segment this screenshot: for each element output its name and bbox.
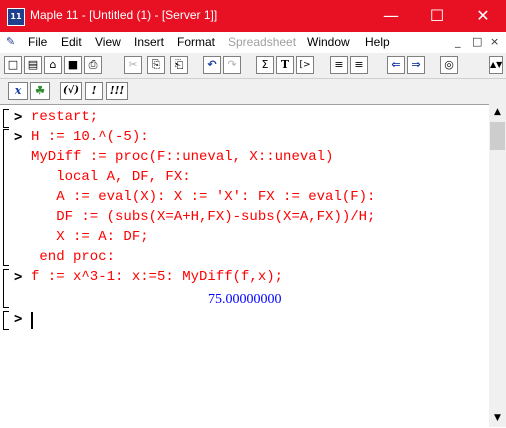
prompt: >: [14, 109, 23, 125]
insert-text-icon[interactable]: T: [276, 56, 294, 74]
save-icon[interactable]: ■: [64, 56, 82, 74]
execution-group-bracket[interactable]: [3, 109, 9, 128]
menu-help[interactable]: Help: [365, 35, 390, 49]
menu-format[interactable]: Format: [177, 35, 215, 49]
undo-icon[interactable]: ↶: [203, 56, 221, 74]
document-icon[interactable]: ✎: [6, 35, 15, 48]
input-line[interactable]: X := A: DF;: [31, 229, 148, 245]
copy-icon[interactable]: ⎘: [147, 56, 165, 74]
minimize-button[interactable]: —: [368, 0, 414, 32]
prompt: >: [14, 129, 23, 145]
prompt: >: [14, 311, 23, 327]
menu-insert[interactable]: Insert: [134, 35, 164, 49]
new-icon[interactable]: □: [4, 56, 22, 74]
input-line[interactable]: DF := (subs(X=A+H,FX)-subs(X=A,FX))/H;: [31, 209, 375, 225]
execution-group-bracket[interactable]: [3, 269, 9, 308]
execute-all-icon[interactable]: !!!: [106, 82, 128, 100]
math-mode-icon[interactable]: x: [8, 82, 28, 100]
input-line[interactable]: f := x^3-1: x:=5: MyDiff(f,x);: [31, 269, 283, 285]
menu-view[interactable]: View: [95, 35, 121, 49]
insert-prompt-icon[interactable]: [>: [296, 56, 314, 74]
window-title: Maple 11 - [Untitled (1) - [Server 1]]: [30, 8, 218, 22]
close-button[interactable]: ✕: [460, 0, 506, 32]
scroll-down-icon[interactable]: ▼: [489, 410, 506, 427]
menu-file[interactable]: File: [28, 35, 47, 49]
execute-icon[interactable]: !: [85, 82, 103, 100]
indent-icon[interactable]: ≡: [330, 56, 348, 74]
menu-bar: ✎ File Edit View Insert Format Spreadshe…: [0, 32, 506, 52]
back-icon[interactable]: ⇐: [387, 56, 405, 74]
scroll-up-icon[interactable]: ▲: [489, 104, 506, 121]
forward-icon[interactable]: ⇒: [407, 56, 425, 74]
execution-group-bracket[interactable]: [3, 129, 9, 266]
doc-minimize-button[interactable]: _: [455, 35, 461, 48]
stop-icon[interactable]: ◎: [440, 56, 458, 74]
scroll-thumb[interactable]: [490, 122, 505, 150]
menu-window[interactable]: Window: [307, 35, 350, 49]
input-line[interactable]: MyDiff := proc(F::uneval, X::uneval): [31, 149, 333, 165]
input-line[interactable]: local A, DF, FX:: [31, 169, 190, 185]
input-line[interactable]: end proc:: [31, 249, 115, 265]
outdent-icon[interactable]: ≡: [350, 56, 368, 74]
insert-sum-icon[interactable]: Σ: [256, 56, 274, 74]
output-value: 75.00000000: [208, 292, 282, 307]
menu-edit[interactable]: Edit: [61, 35, 82, 49]
print-icon[interactable]: ⎙: [84, 56, 102, 74]
input-line[interactable]: H := 10.^(-5):: [31, 129, 149, 145]
execution-group-bracket[interactable]: [3, 311, 9, 330]
cut-icon[interactable]: ✂: [124, 56, 142, 74]
doc-restore-button[interactable]: □: [472, 35, 482, 48]
title-bar: 11 Maple 11 - [Untitled (1) - [Server 1]…: [0, 0, 506, 32]
input-line[interactable]: A := eval(X): X := 'X': FX := eval(F):: [31, 189, 375, 205]
doc-close-button[interactable]: ×: [490, 35, 499, 48]
open-url-icon[interactable]: ⌂: [44, 56, 62, 74]
open-icon[interactable]: ▤: [24, 56, 42, 74]
maple-leaf-icon[interactable]: ☘: [30, 82, 50, 100]
main-toolbar: □ ▤ ⌂ ■ ⎙ ✂ ⎘ ⎗ ↶ ↷ Σ T [> ≡ ≡ ⇐ ⇒ ◎ ▲▼: [0, 52, 506, 79]
paste-icon[interactable]: ⎗: [170, 56, 188, 74]
prompt: >: [14, 269, 23, 285]
menu-spreadsheet[interactable]: Spreadsheet: [228, 35, 296, 49]
maple-app-icon[interactable]: 11: [7, 8, 25, 26]
toolbar-scroll-icon[interactable]: ▲▼: [489, 56, 503, 74]
redo-icon[interactable]: ↷: [223, 56, 241, 74]
worksheet[interactable]: > restart; > H := 10.^(-5): MyDiff := pr…: [0, 104, 489, 428]
text-cursor: [31, 312, 33, 329]
vertical-scrollbar[interactable]: ▲ ▼: [489, 104, 506, 427]
sqrt-icon[interactable]: (√): [60, 82, 82, 100]
context-toolbar: x ☘ (√) ! !!!: [0, 78, 506, 104]
maximize-button[interactable]: ☐: [414, 0, 460, 32]
input-line[interactable]: restart;: [31, 109, 98, 125]
